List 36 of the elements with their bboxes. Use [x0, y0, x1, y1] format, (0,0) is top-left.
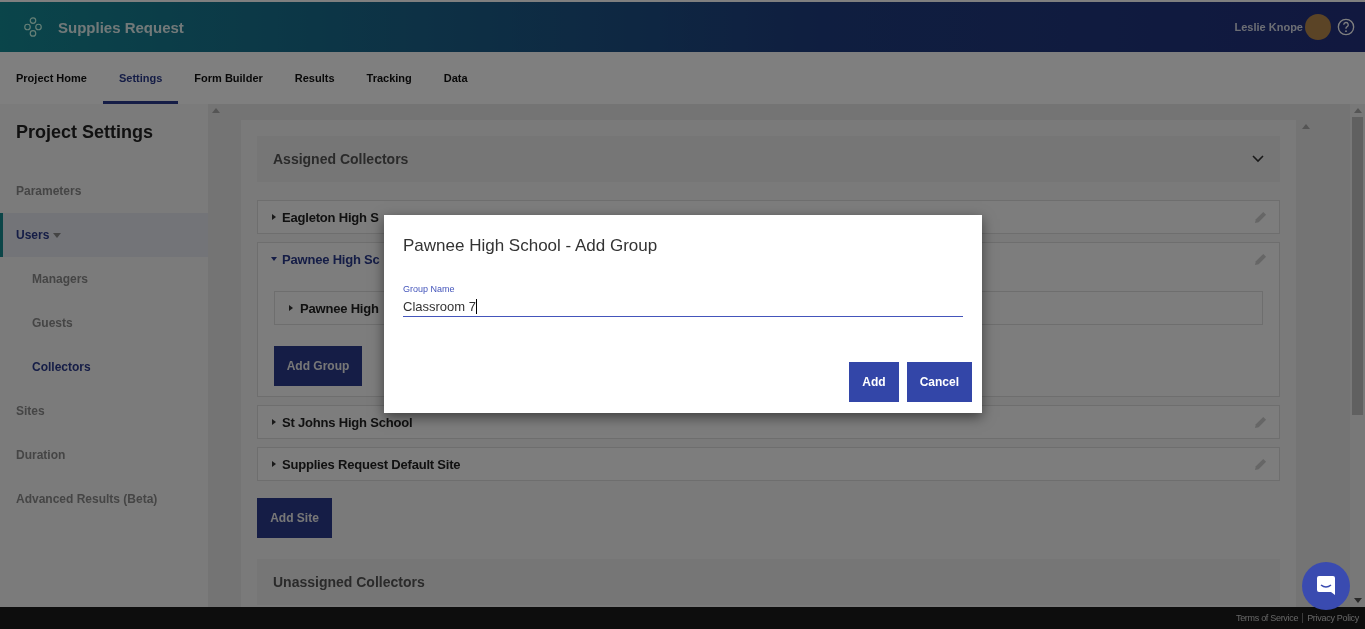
triangle-icon[interactable]: [288, 305, 294, 311]
footer-link[interactable]: Privacy Policy: [1307, 613, 1359, 623]
dialog-title: Pawnee High School - Add Group: [403, 236, 659, 256]
triangle-icon[interactable]: [271, 461, 277, 467]
help-icon[interactable]: [1337, 18, 1355, 36]
group-name: Pawnee High: [300, 300, 379, 316]
triangle-icon[interactable]: [271, 214, 277, 220]
add-group-button[interactable]: Add Group: [274, 346, 362, 386]
add-site-button[interactable]: Add Site: [257, 498, 332, 538]
nav-tab[interactable]: Project Home: [0, 52, 103, 104]
section-header[interactable]: Unassigned Collectors: [257, 559, 1280, 605]
site-name[interactable]: Supplies Request Default Site: [282, 456, 461, 472]
chat-icon: [1314, 574, 1338, 598]
sidebar-subitem[interactable]: Collectors: [0, 345, 208, 389]
sidebar-title: Project Settings: [16, 122, 155, 143]
nav-tab[interactable]: Tracking: [350, 52, 428, 104]
app-title: Supplies Request: [58, 18, 184, 36]
triangle-icon[interactable]: [271, 419, 277, 425]
dialog-button[interactable]: Cancel: [906, 362, 972, 402]
input-field[interactable]: Group Name Classroom 7: [403, 284, 963, 317]
nav-tab[interactable]: Data: [427, 52, 484, 104]
avatar[interactable]: [1305, 14, 1331, 40]
logo-icon: [22, 16, 44, 38]
section-title: Unassigned Collectors: [273, 574, 425, 590]
site-name[interactable]: Eagleton High S: [282, 209, 379, 225]
section-header[interactable]: Assigned Collectors: [257, 136, 1280, 182]
sidebar-item[interactable]: Users: [0, 213, 208, 257]
site-name[interactable]: St Johns High School: [282, 414, 413, 430]
user-name[interactable]: Leslie Knope: [1234, 21, 1303, 33]
section-title: Assigned Collectors: [273, 151, 409, 167]
nav-tab[interactable]: Results: [278, 52, 351, 104]
nav-tab[interactable]: Form Builder: [178, 52, 279, 104]
site-name[interactable]: Pawnee High Sc: [282, 251, 380, 267]
triangle-icon[interactable]: [271, 256, 277, 262]
dialog-button[interactable]: Add: [849, 362, 899, 402]
footer-link[interactable]: Terms of Service: [1235, 613, 1299, 623]
